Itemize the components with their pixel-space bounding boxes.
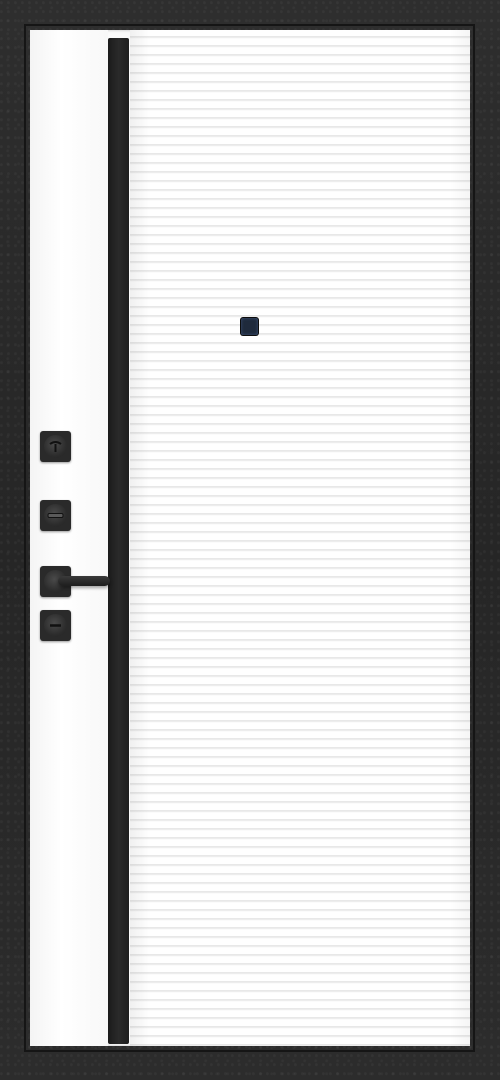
- grooved-panel: [130, 30, 470, 1046]
- night-latch-icon[interactable]: [40, 500, 71, 531]
- door-leaf: [30, 30, 470, 1046]
- door-handle-icon[interactable]: [58, 576, 110, 586]
- door-frame: [0, 0, 500, 1080]
- cylinder-lock-icon[interactable]: [40, 431, 71, 462]
- left-panel: [30, 30, 108, 1046]
- glass-strip: [108, 38, 129, 1044]
- peephole-icon: [241, 318, 258, 335]
- lock-cylinder-cover-icon[interactable]: [40, 610, 71, 641]
